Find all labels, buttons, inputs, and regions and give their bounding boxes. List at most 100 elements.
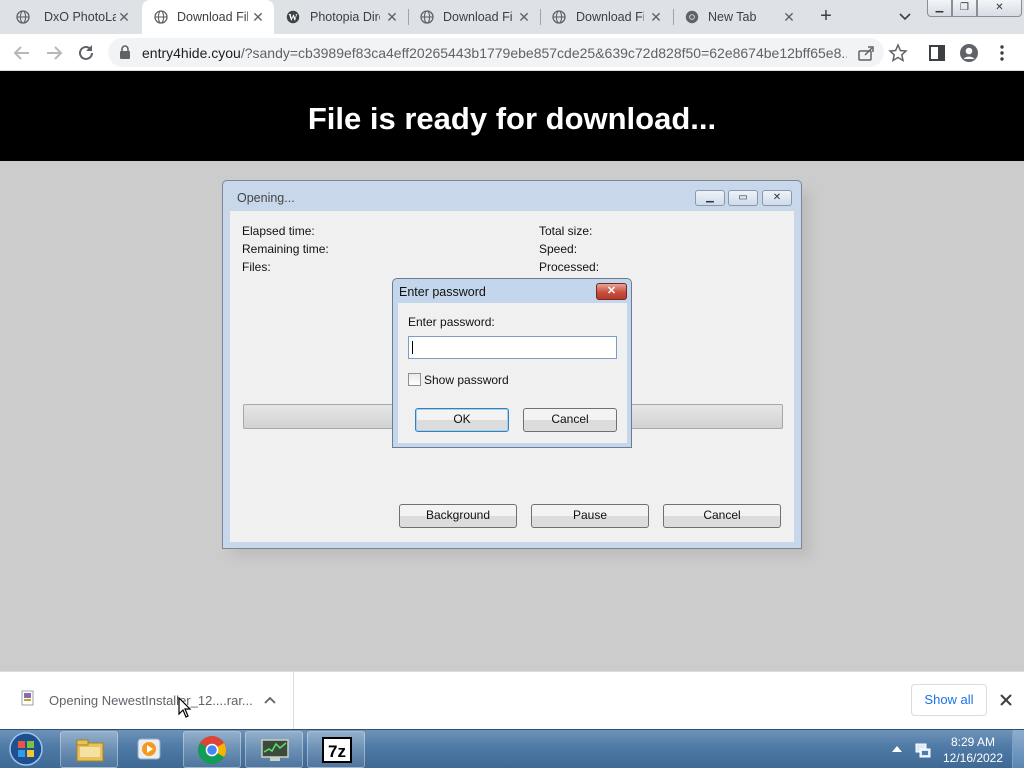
dialog-title: Enter password bbox=[399, 285, 486, 299]
tab-label: Download File bbox=[177, 10, 248, 24]
tab-separator bbox=[673, 9, 674, 25]
chrome-icon bbox=[685, 10, 699, 24]
maximize-button[interactable]: ▭ bbox=[728, 190, 758, 206]
tab-label: DxO PhotoLab bbox=[44, 10, 116, 24]
media-player-icon bbox=[137, 738, 161, 760]
close-button[interactable]: ✕ bbox=[762, 190, 792, 206]
password-prompt: Enter password: bbox=[408, 315, 495, 329]
taskbar-7zip[interactable]: 7z bbox=[307, 731, 365, 768]
back-arrow-icon[interactable] bbox=[10, 41, 34, 65]
address-bar[interactable]: entry4hide.cyou/?sandy=cb3989ef83ca4eff2… bbox=[108, 38, 908, 67]
processed-label: Processed: bbox=[539, 260, 600, 274]
taskbar-explorer[interactable] bbox=[60, 731, 118, 768]
system-clock[interactable]: 8:29 AM 12/16/2022 bbox=[939, 734, 1007, 766]
globe-icon bbox=[154, 10, 168, 24]
tab-strip: DxO PhotoLab ✕ Download File ✕ W Photopi… bbox=[0, 0, 1024, 34]
tab-search-chevron-icon[interactable] bbox=[896, 7, 914, 25]
background-button[interactable]: Background bbox=[399, 504, 517, 528]
download-shelf: Opening NewestInstaller_12....rar... Sho… bbox=[0, 671, 1024, 729]
window-title: Opening... bbox=[237, 191, 295, 205]
chevron-up-icon[interactable] bbox=[262, 693, 278, 709]
svg-text:W: W bbox=[289, 13, 298, 23]
tab-dxo-photolab[interactable]: DxO PhotoLab ✕ bbox=[8, 0, 140, 34]
total-size-label: Total size: bbox=[539, 224, 593, 238]
taskbar-chrome[interactable] bbox=[183, 731, 241, 768]
taskbar-task-manager[interactable] bbox=[245, 731, 303, 768]
tab-separator bbox=[408, 9, 409, 25]
dialog-body: Enter password: Show password OK Cancel bbox=[398, 303, 627, 443]
cancel-button[interactable]: Cancel bbox=[663, 504, 781, 528]
window-controls: ▁ ❐ ✕ bbox=[927, 0, 1024, 18]
tab-download-file-3[interactable]: Download File ✕ bbox=[542, 0, 672, 34]
ok-button[interactable]: OK bbox=[415, 408, 509, 432]
reload-icon[interactable] bbox=[74, 41, 98, 65]
tab-close-icon[interactable]: ✕ bbox=[781, 9, 797, 25]
elapsed-time-label: Elapsed time: bbox=[242, 224, 315, 238]
files-label: Files: bbox=[242, 260, 271, 274]
show-all-button[interactable]: Show all bbox=[911, 684, 987, 716]
tab-label: Download File bbox=[443, 10, 512, 24]
globe-icon bbox=[420, 10, 434, 24]
tray-overflow-arrow-icon[interactable] bbox=[891, 744, 903, 754]
new-tab-button[interactable]: + bbox=[815, 6, 837, 28]
share-icon[interactable] bbox=[856, 43, 876, 63]
tab-close-icon[interactable]: ✕ bbox=[648, 9, 664, 25]
taskbar-media-player[interactable] bbox=[121, 731, 179, 768]
taskbar: 7z 8:29 AM 12/16/2022 bbox=[0, 729, 1024, 768]
tab-new-tab[interactable]: New Tab ✕ bbox=[675, 0, 805, 34]
remaining-time-label: Remaining time: bbox=[242, 242, 329, 256]
chrome-icon bbox=[198, 736, 226, 764]
wordpress-icon: W bbox=[286, 10, 300, 24]
svg-text:7z: 7z bbox=[328, 742, 346, 761]
page-banner: File is ready for download... bbox=[0, 71, 1024, 161]
lock-icon[interactable] bbox=[118, 45, 132, 60]
kebab-menu-icon[interactable] bbox=[992, 43, 1012, 63]
download-filename: Opening NewestInstaller_12....rar... bbox=[49, 693, 253, 708]
tab-separator bbox=[540, 9, 541, 25]
screen: DxO PhotoLab ✕ Download File ✕ W Photopi… bbox=[0, 0, 1024, 768]
url-path: /?sandy=cb3989ef83ca4eff20265443b1779ebe… bbox=[240, 45, 847, 61]
dialog-cancel-button[interactable]: Cancel bbox=[523, 408, 617, 432]
clock-time: 8:29 AM bbox=[950, 735, 996, 749]
globe-icon bbox=[552, 10, 566, 24]
browser-toolbar: entry4hide.cyou/?sandy=cb3989ef83ca4eff2… bbox=[0, 34, 1024, 71]
task-manager-icon bbox=[261, 739, 289, 761]
forward-arrow-icon[interactable] bbox=[42, 41, 66, 65]
enter-password-dialog: Enter password ✕ Enter password: Show pa… bbox=[392, 278, 632, 448]
profile-avatar-icon[interactable] bbox=[959, 43, 979, 63]
globe-icon bbox=[16, 10, 30, 24]
mouse-cursor-icon bbox=[178, 697, 192, 718]
clock-date: 12/16/2022 bbox=[942, 751, 1004, 765]
tab-close-icon[interactable]: ✕ bbox=[516, 9, 532, 25]
close-icon[interactable] bbox=[996, 690, 1016, 710]
tab-download-file-2[interactable]: Download File ✕ bbox=[410, 0, 540, 34]
start-orb-icon[interactable] bbox=[6, 730, 46, 768]
tab-photopia-director[interactable]: W Photopia Director ✕ bbox=[276, 0, 408, 34]
explorer-icon bbox=[76, 739, 104, 762]
download-item[interactable]: Opening NewestInstaller_12....rar... bbox=[0, 672, 294, 729]
network-icon[interactable] bbox=[914, 741, 932, 759]
pause-button[interactable]: Pause bbox=[531, 504, 649, 528]
side-panel-icon[interactable] bbox=[927, 43, 947, 63]
tab-label: Download File bbox=[576, 10, 644, 24]
bookmark-star-icon[interactable] bbox=[888, 43, 908, 63]
minimize-button[interactable]: ▁ bbox=[695, 190, 725, 206]
tab-label: New Tab bbox=[708, 10, 757, 24]
show-password-label[interactable]: Show password bbox=[424, 373, 509, 387]
rar-file-icon bbox=[21, 690, 34, 706]
speed-label: Speed: bbox=[539, 242, 578, 256]
minimize-button[interactable]: ▁ bbox=[927, 0, 952, 17]
tab-download-file-active[interactable]: Download File ✕ bbox=[142, 0, 274, 34]
tab-close-icon[interactable]: ✕ bbox=[384, 9, 400, 25]
dialog-close-button[interactable]: ✕ bbox=[596, 283, 627, 300]
restore-button[interactable]: ❐ bbox=[952, 0, 977, 17]
tab-close-icon[interactable]: ✕ bbox=[116, 9, 132, 25]
show-password-checkbox[interactable] bbox=[408, 373, 421, 386]
url-host: entry4hide.cyou bbox=[142, 45, 241, 61]
show-desktop-button[interactable] bbox=[1012, 730, 1024, 768]
window-close-button[interactable]: ✕ bbox=[977, 0, 1022, 17]
password-input[interactable] bbox=[408, 336, 617, 359]
url-text[interactable]: entry4hide.cyou/?sandy=cb3989ef83ca4eff2… bbox=[142, 45, 847, 61]
tab-label: Photopia Director bbox=[310, 10, 380, 24]
tab-close-icon[interactable]: ✕ bbox=[250, 9, 266, 25]
